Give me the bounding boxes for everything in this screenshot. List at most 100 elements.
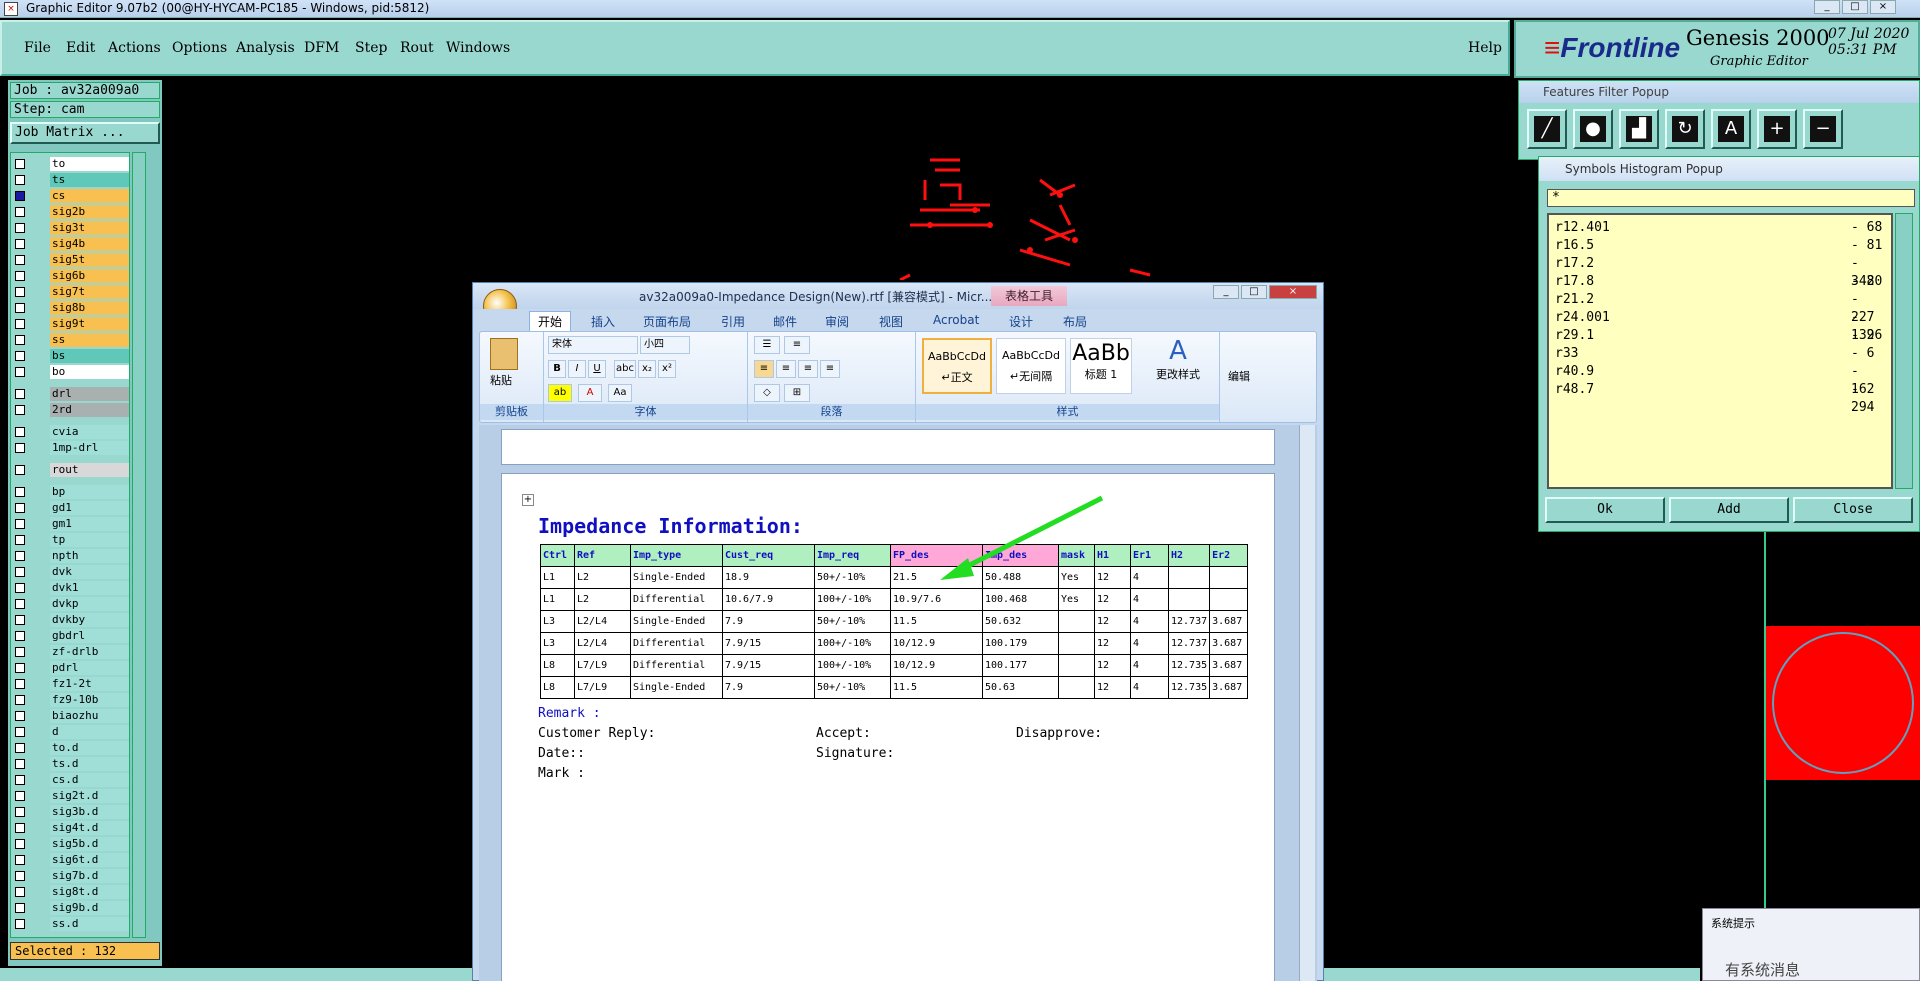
layer-row[interactable]: sig7t xyxy=(11,285,129,299)
symbol-row[interactable]: r21.2- 227 xyxy=(1555,291,1885,325)
layer-checkbox[interactable] xyxy=(15,791,25,801)
table-cell[interactable] xyxy=(1167,566,1211,589)
layer-checkbox[interactable] xyxy=(15,443,25,453)
table-cell[interactable]: L8 xyxy=(540,676,575,699)
minimize-button[interactable]: _ xyxy=(1814,0,1840,14)
layer-name[interactable]: ss xyxy=(50,333,129,347)
symbol-row[interactable]: r48.7 - 294 xyxy=(1555,381,1885,415)
layer-checkbox[interactable] xyxy=(15,519,25,529)
layer-row[interactable]: dvkp xyxy=(11,597,129,611)
tab-references[interactable]: 引用 xyxy=(721,313,745,330)
layer-row[interactable]: pdrl xyxy=(11,661,129,675)
symbol-filter-input[interactable]: * xyxy=(1547,189,1915,207)
table-cell[interactable]: 100+/-10% xyxy=(814,588,891,611)
tab-view[interactable]: 视图 xyxy=(879,313,903,330)
table-cell[interactable]: 12 xyxy=(1094,610,1131,633)
layer-name[interactable]: sig9b.d xyxy=(50,901,129,915)
symbol-row[interactable]: r33 - 6 xyxy=(1555,345,1885,363)
table-cell[interactable]: 7.9/15 xyxy=(722,632,815,655)
menu-rout[interactable]: Rout xyxy=(400,40,434,56)
layer-checkbox[interactable] xyxy=(15,271,25,281)
table-cell[interactable] xyxy=(1058,632,1095,655)
table-cell[interactable]: L1 xyxy=(540,566,575,589)
table-cell[interactable]: 3.687 xyxy=(1209,654,1249,677)
layer-checkbox[interactable] xyxy=(15,175,25,185)
layer-name[interactable]: 2rd xyxy=(50,403,129,417)
table-cell[interactable]: 50.63 xyxy=(982,676,1059,699)
align-left-icon[interactable]: ≡ xyxy=(754,360,774,378)
table-cell[interactable] xyxy=(1058,610,1095,633)
layer-row[interactable]: cs xyxy=(11,189,129,203)
negative-filter-button[interactable]: − xyxy=(1803,109,1843,149)
layer-row[interactable]: d xyxy=(11,725,129,739)
bold-button[interactable]: B xyxy=(548,360,566,378)
table-cell[interactable]: 3.687 xyxy=(1209,676,1249,699)
menu-analysis[interactable]: Analysis xyxy=(236,40,295,56)
table-cell[interactable]: 12.735 xyxy=(1167,676,1211,699)
layer-row[interactable]: cvia xyxy=(11,425,129,439)
layer-checkbox[interactable] xyxy=(15,223,25,233)
layer-row[interactable]: drl xyxy=(11,387,129,401)
menu-actions[interactable]: Actions xyxy=(108,40,161,56)
table-cell[interactable]: 4 xyxy=(1130,610,1169,633)
table-cell[interactable]: 4 xyxy=(1130,676,1169,699)
word-maximize-button[interactable]: □ xyxy=(1241,285,1267,299)
table-cell[interactable]: 12 xyxy=(1094,588,1131,611)
layer-row[interactable]: sig6b xyxy=(11,269,129,283)
line-filter-button[interactable]: ╱ xyxy=(1527,109,1567,149)
table-cell[interactable]: 100+/-10% xyxy=(814,632,891,655)
layer-checkbox[interactable] xyxy=(15,503,25,513)
layer-row[interactable]: fz9-10b xyxy=(11,693,129,707)
layer-name[interactable]: dvk1 xyxy=(50,581,129,595)
table-cell[interactable]: Single-Ended xyxy=(630,676,723,699)
change-case-icon[interactable]: Aa xyxy=(608,384,632,402)
layer-name[interactable]: sig7b.d xyxy=(50,869,129,883)
layer-row[interactable]: to xyxy=(11,157,129,171)
layer-checkbox[interactable] xyxy=(15,551,25,561)
layer-name[interactable]: ts xyxy=(50,173,129,187)
table-cell[interactable]: Differential xyxy=(630,654,723,677)
edit-button[interactable]: 编辑 xyxy=(1228,368,1250,384)
layer-row[interactable]: ss xyxy=(11,333,129,347)
layer-name[interactable]: gm1 xyxy=(50,517,129,531)
table-cell[interactable]: L1 xyxy=(540,588,575,611)
layer-row[interactable]: zf-drlb xyxy=(11,645,129,659)
layer-checkbox[interactable] xyxy=(15,367,25,377)
layer-name[interactable]: dvkp xyxy=(50,597,129,611)
layer-name[interactable]: tp xyxy=(50,533,129,547)
layer-checkbox[interactable] xyxy=(15,599,25,609)
layer-checkbox[interactable] xyxy=(15,871,25,881)
layer-checkbox[interactable] xyxy=(15,351,25,361)
layer-checkbox[interactable] xyxy=(15,759,25,769)
layer-name[interactable]: gd1 xyxy=(50,501,129,515)
layer-name[interactable]: cs.d xyxy=(50,773,129,787)
layer-name[interactable]: cs xyxy=(50,189,129,203)
table-cell[interactable]: 50+/-10% xyxy=(814,566,891,589)
layer-checkbox[interactable] xyxy=(15,855,25,865)
menu-dfm[interactable]: DFM xyxy=(304,40,339,56)
layer-checkbox[interactable] xyxy=(15,465,25,475)
table-cell[interactable] xyxy=(1209,588,1249,611)
layer-checkbox[interactable] xyxy=(15,631,25,641)
align-center-icon[interactable]: ≡ xyxy=(776,360,796,378)
positive-filter-button[interactable]: + xyxy=(1757,109,1797,149)
layer-name[interactable]: sig4b xyxy=(50,237,129,251)
layer-name[interactable]: biaozhu xyxy=(50,709,129,723)
layer-checkbox[interactable] xyxy=(15,159,25,169)
layer-name[interactable]: fz1-2t xyxy=(50,677,129,691)
symbol-row[interactable]: r12.401 - 68 xyxy=(1555,219,1885,237)
tab-mailings[interactable]: 邮件 xyxy=(773,313,797,330)
layer-checkbox[interactable] xyxy=(15,335,25,345)
layer-checkbox[interactable] xyxy=(15,695,25,705)
table-cell[interactable]: 50+/-10% xyxy=(814,676,891,699)
layer-row[interactable]: sig4b xyxy=(11,237,129,251)
layer-name[interactable]: 1mp-drl xyxy=(50,441,129,455)
layer-name[interactable]: sig5b.d xyxy=(50,837,129,851)
add-button[interactable]: Add xyxy=(1669,497,1789,523)
table-cell[interactable]: L2/L4 xyxy=(574,632,631,655)
layer-row[interactable]: 1mp-drl xyxy=(11,441,129,455)
layer-row[interactable]: 2rd xyxy=(11,403,129,417)
menu-help[interactable]: Help xyxy=(1468,40,1502,56)
tab-layout[interactable]: 布局 xyxy=(1063,313,1087,330)
table-cell[interactable]: 3.687 xyxy=(1209,610,1249,633)
